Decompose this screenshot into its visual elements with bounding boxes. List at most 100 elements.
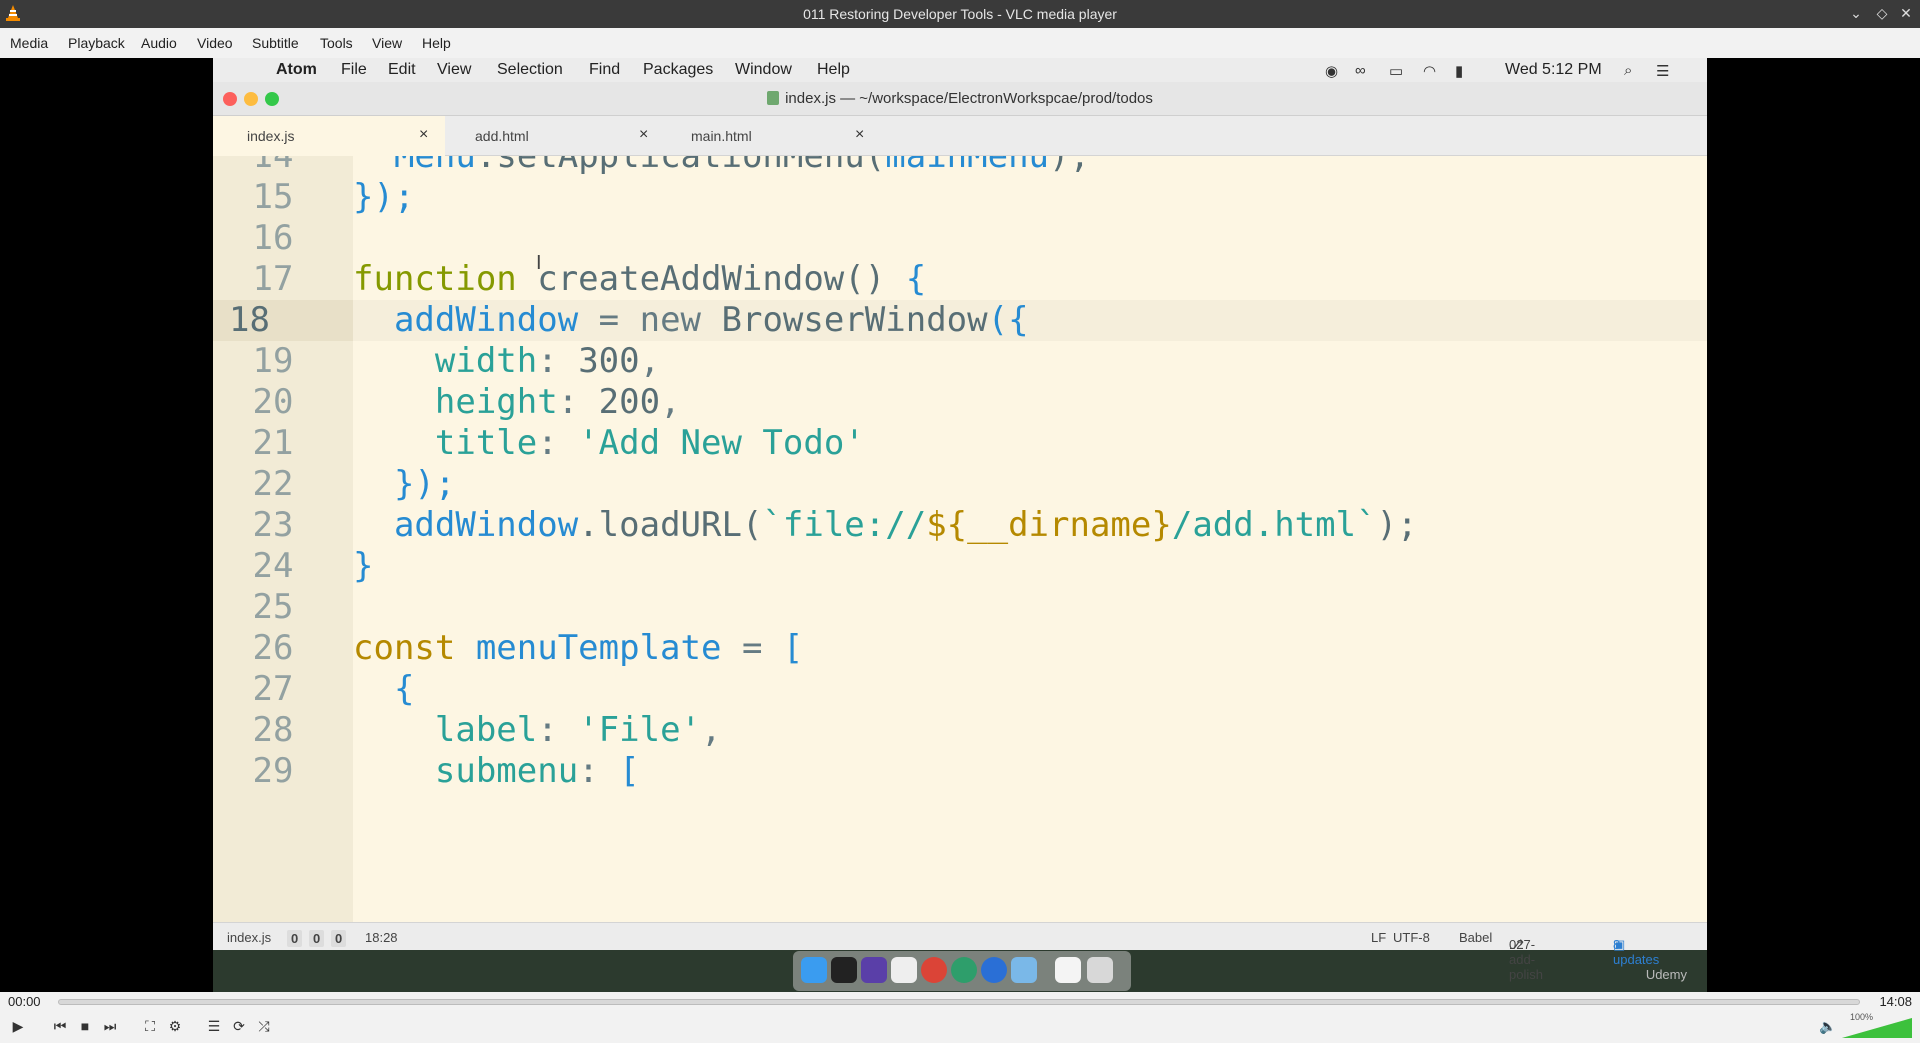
code-token: ()	[844, 259, 906, 299]
line-number-gutter: 14 15 16 17 18 19 20 21 22 23 24 25 26 27 28 29	[213, 156, 353, 922]
playlist-icon[interactable]: ☰	[202, 1014, 226, 1038]
close-icon[interactable]: ✕	[1896, 3, 1916, 23]
menu-playback[interactable]: Playback	[68, 35, 125, 51]
extended-settings-icon[interactable]: ⚙	[163, 1014, 187, 1038]
line-number: 23	[252, 505, 294, 545]
mac-menu-window: Window	[735, 61, 792, 78]
menu-video[interactable]: Video	[197, 35, 233, 51]
status-bar: index.js 0 0 0 18:28 LF UTF-8 Babel ⎇ 02…	[213, 922, 1707, 982]
code-line[interactable]: function createAddWindow() {	[353, 259, 926, 300]
seek-bar[interactable]	[58, 999, 1860, 1005]
code-token: {	[393, 669, 415, 709]
code-token: :	[578, 751, 620, 791]
code-line[interactable]: addWindow.loadURL(`file://${__dirname}/a…	[353, 505, 1418, 546]
code-line[interactable]: addWindow = new BrowserWindow({	[353, 300, 1707, 341]
line-number: 21	[252, 423, 294, 463]
code-line[interactable]: }	[353, 546, 373, 587]
menu-subtitle[interactable]: Subtitle	[252, 35, 299, 51]
speaker-icon[interactable]: 🔈	[1816, 1014, 1840, 1038]
close-icon: ×	[639, 126, 649, 143]
code-token: addWindow	[393, 505, 579, 545]
code-line[interactable]: {	[353, 669, 414, 710]
vlc-controls: 00:00 14:08 ▶ ⏮ ■ ⏭ ⛶ ⚙ ☰ ⟳ ⤮ 🔈 100%	[0, 992, 1920, 1043]
code-token: }	[1151, 505, 1172, 545]
code-editor: 14 15 16 17 18 19 20 21 22 23 24 25 26 27 28 29 Menu.se…	[213, 156, 1707, 922]
code-token: submenu	[434, 751, 579, 791]
code-token: });	[393, 464, 456, 504]
next-icon[interactable]: ⏭	[98, 1014, 122, 1038]
code-line[interactable]: });	[353, 464, 455, 505]
line-number: 25	[252, 587, 294, 627]
minimize-icon[interactable]: ⌄	[1846, 3, 1866, 23]
line-number: 28	[252, 710, 294, 750]
code-token: );	[1049, 156, 1090, 176]
file-icon	[767, 91, 780, 105]
video-frame: Atom File Edit View Selection Find Packa…	[213, 58, 1707, 992]
code-token: 300	[578, 341, 640, 381]
code-line[interactable]: height: 200,	[353, 382, 681, 423]
code-token: function	[353, 259, 538, 299]
code-line[interactable]: Menu.setApplicationMenu(mainMenu);	[353, 156, 1090, 177]
volume-wedge	[1842, 1018, 1912, 1038]
tab-label: index.js	[247, 128, 295, 144]
code-line[interactable]: submenu: [	[353, 751, 640, 792]
menu-media[interactable]: Media	[10, 35, 48, 51]
close-icon: ×	[855, 126, 865, 143]
code-token: label	[434, 710, 538, 750]
atom-window: index.js — ~/workspace/ElectronWorkspcae…	[213, 82, 1707, 982]
code-token: :	[537, 710, 579, 750]
code-token: :	[537, 423, 579, 463]
mac-clock: Wed 5:12 PM	[1505, 61, 1602, 78]
line-number: 14	[252, 156, 294, 176]
volume-slider[interactable]: 100%	[1842, 1012, 1912, 1040]
firefox-icon	[981, 957, 1007, 983]
previous-icon[interactable]: ⏮	[48, 1014, 72, 1038]
code-token: BrowserWindow	[721, 300, 988, 340]
menu-tools[interactable]: Tools	[320, 35, 353, 51]
line-number: 16	[252, 218, 294, 258]
line-number: 29	[252, 751, 294, 791]
stop-icon[interactable]: ■	[73, 1014, 97, 1038]
chrome-icon	[921, 957, 947, 983]
time-current: 00:00	[8, 994, 41, 1009]
code-line[interactable]: label: 'File',	[353, 710, 722, 751]
menu-help[interactable]: Help	[422, 35, 451, 51]
code-token: );	[1376, 505, 1418, 545]
code-token: });	[353, 177, 415, 217]
fullscreen-icon[interactable]: ⛶	[138, 1014, 162, 1038]
line-number: 26	[252, 628, 294, 668]
code-line[interactable]: });	[353, 177, 414, 218]
code-line[interactable]: const menuTemplate = [	[353, 628, 803, 669]
menu-view[interactable]: View	[372, 35, 402, 51]
code-token: addWindow	[393, 300, 579, 340]
browser-icon	[951, 957, 977, 983]
tab-bar: index.js × add.html × main.html ×	[213, 116, 1707, 156]
line-number: 18	[213, 300, 353, 341]
code-line[interactable]: width: 300,	[353, 341, 660, 382]
atom-title-text: index.js — ~/workspace/ElectronWorkspcae…	[785, 90, 1153, 107]
mac-menu-bar: Atom File Edit View Selection Find Packa…	[213, 58, 1707, 82]
atom-window-title: index.js — ~/workspace/ElectronWorkspcae…	[213, 90, 1707, 107]
atom-title-bar: index.js — ~/workspace/ElectronWorkspcae…	[213, 82, 1707, 116]
loop-icon[interactable]: ⟳	[227, 1014, 251, 1038]
code-token: ${	[926, 505, 968, 545]
play-icon[interactable]: ▶	[6, 1014, 30, 1038]
updates-label: 8 updates	[1613, 937, 1660, 967]
menu-audio[interactable]: Audio	[141, 35, 177, 51]
tab-index-js: index.js ×	[213, 116, 445, 156]
shuffle-icon[interactable]: ⤮	[252, 1014, 276, 1038]
code-token: 'Add New Todo'	[578, 423, 865, 463]
code-line[interactable]: title: 'Add New Todo'	[353, 423, 865, 464]
wifi-icon: ◠	[1423, 63, 1437, 80]
code-token: height	[434, 382, 558, 422]
status-cursor-position: 18:28	[365, 930, 398, 945]
maximize-icon[interactable]: ◇	[1872, 3, 1892, 23]
line-number: 22	[252, 464, 294, 504]
video-area[interactable]: Atom File Edit View Selection Find Packa…	[0, 58, 1920, 992]
code-token: __dirname	[967, 505, 1152, 545]
